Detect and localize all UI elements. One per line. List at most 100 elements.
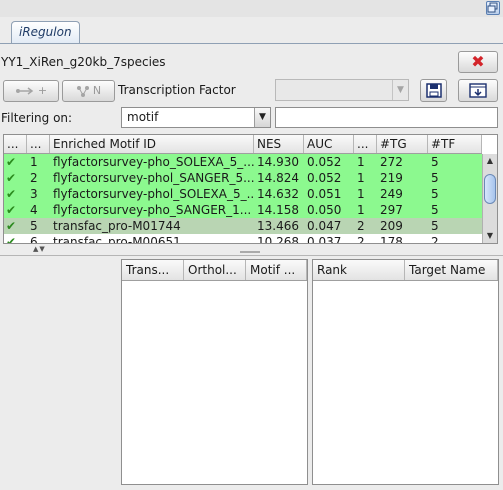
chevron-down-icon: ▼	[392, 80, 408, 100]
arrow-link-icon	[15, 87, 34, 95]
table-cell: 14.158	[257, 203, 299, 217]
scroll-down-icon[interactable]: ▼	[483, 229, 497, 243]
table-cell: 3	[30, 187, 38, 201]
table-cell: 0.047	[307, 219, 342, 233]
column-header[interactable]: Rank	[313, 260, 405, 280]
export-button[interactable]	[458, 79, 498, 102]
table-header: Trans... Orthol... Motif ...	[122, 260, 307, 281]
column-header[interactable]: #TG	[377, 135, 428, 153]
table-row[interactable]: ✔ 3 flyfactorsurvey-phol_SOLEXA_5_... 14.63…	[4, 186, 482, 202]
table-cell: transfac_pro-M00651	[53, 235, 181, 244]
column-header[interactable]: ...	[27, 135, 50, 153]
table-cell: 297	[380, 203, 403, 217]
table-cell: 2	[357, 219, 365, 233]
table-row[interactable]: ✔ 2 flyfactorsurvey-phol_SANGER_5... 14.824…	[4, 170, 482, 186]
transcription-factor-select[interactable]: ▼	[275, 79, 409, 101]
table-cell: 5	[431, 219, 439, 233]
restore-window-button[interactable]	[486, 1, 500, 15]
vertical-scrollbar[interactable]: ▲ ▼	[482, 154, 497, 243]
network-icon	[76, 86, 89, 97]
add-network-button[interactable]: N	[62, 80, 115, 102]
save-button[interactable]	[420, 79, 447, 102]
table-cell: 14.930	[257, 155, 299, 169]
filter-label: Filtering on:	[1, 111, 73, 125]
table-cell: 10.268	[257, 235, 299, 244]
table-row[interactable]: ✔ 5 transfac_pro-M01744 13.466 0.047 2 209 5	[4, 218, 482, 234]
table-cell: flyfactorsurvey-pho_SOLEXA_5_...	[53, 155, 254, 169]
tab-divider	[0, 43, 503, 44]
divider	[0, 255, 503, 256]
table-row[interactable]: ✔ 6 transfac_pro-M00651 10.268 0.037 2 178 2	[4, 234, 482, 244]
table-cell: 0.037	[307, 235, 342, 244]
collapse-arrows-icon[interactable]: ▲▼	[33, 245, 46, 253]
enriched-motif-table[interactable]: ... ... Enriched Motif ID NES AUC ... #T…	[3, 134, 498, 244]
add-ts-button[interactable]: +	[3, 80, 59, 102]
checkmark-icon: ✔	[6, 203, 17, 217]
table-cell: 14.632	[257, 187, 299, 201]
column-header[interactable]: #TF	[428, 135, 482, 153]
table-cell: 1	[357, 203, 365, 217]
filter-type-value: motif	[127, 110, 159, 124]
export-icon	[469, 83, 487, 98]
table-body: ✔ 1 flyfactorsurvey-pho_SOLEXA_5_... 14.930…	[4, 154, 482, 244]
table-cell: 5	[431, 187, 439, 201]
table-cell: 249	[380, 187, 403, 201]
checkmark-icon: ✔	[6, 219, 17, 233]
table-cell: 6	[30, 235, 38, 244]
scroll-up-icon[interactable]: ▲	[483, 154, 497, 168]
table-cell: flyfactorsurvey-phol_SANGER_5...	[53, 171, 254, 185]
table-header: ... ... Enriched Motif ID NES AUC ... #T…	[4, 135, 482, 154]
table-header: Rank Target Name	[313, 260, 498, 281]
chevron-down-icon: ▼	[254, 108, 270, 127]
table-cell: 1	[30, 155, 38, 169]
column-header[interactable]: Target Name	[405, 260, 498, 280]
table-cell: 178	[380, 235, 403, 244]
table-cell: 2	[357, 235, 365, 244]
table-cell: 0.051	[307, 187, 342, 201]
restore-window-icon	[487, 2, 498, 13]
table-cell: 5	[431, 171, 439, 185]
window-title-bar	[0, 0, 503, 17]
table-cell: 13.466	[257, 219, 299, 233]
column-header[interactable]: Trans...	[122, 260, 184, 280]
transcription-factor-table[interactable]: Trans... Orthol... Motif ...	[121, 259, 308, 485]
save-icon	[425, 83, 442, 98]
scroll-thumb[interactable]	[484, 174, 496, 204]
checkmark-icon: ✔	[6, 187, 17, 201]
table-cell: 272	[380, 155, 403, 169]
table-row[interactable]: ✔ 4 flyfactorsurvey-pho_SANGER_1... 14.158 0…	[4, 202, 482, 218]
target-gene-table[interactable]: Rank Target Name	[312, 259, 499, 485]
table-cell: 2	[30, 171, 38, 185]
table-cell: 0.052	[307, 155, 342, 169]
splitter-grip-icon	[240, 251, 260, 253]
column-header[interactable]: Orthol...	[184, 260, 246, 280]
column-header[interactable]: ...	[354, 135, 377, 153]
table-cell: 1	[357, 155, 365, 169]
table-cell: 1	[357, 171, 365, 185]
table-row[interactable]: ✔ 1 flyfactorsurvey-pho_SOLEXA_5_... 14.930…	[4, 154, 482, 170]
column-header[interactable]: NES	[254, 135, 304, 153]
filter-type-select[interactable]: motif ▼	[121, 107, 271, 128]
column-header[interactable]: ...	[4, 135, 27, 153]
filter-text-input[interactable]	[275, 107, 498, 128]
add-network-label: N	[92, 84, 102, 97]
column-header[interactable]: AUC	[304, 135, 354, 153]
table-cell: 5	[30, 219, 38, 233]
checkmark-icon: ✔	[6, 235, 17, 244]
dataset-name: YY1_XiRen_g20kb_7species	[1, 55, 166, 69]
table-cell: flyfactorsurvey-phol_SOLEXA_5_...	[53, 187, 254, 201]
transcription-factor-label: Transcription Factor	[118, 83, 236, 97]
table-cell: 209	[380, 219, 403, 233]
column-header[interactable]: Motif ...	[246, 260, 307, 280]
tab-iregulon[interactable]: iRegulon	[11, 21, 80, 43]
column-header[interactable]: Enriched Motif ID	[50, 135, 254, 153]
table-cell: 4	[30, 203, 38, 217]
close-icon: ✖	[471, 52, 485, 71]
table-cell: 2	[431, 235, 439, 244]
table-cell: flyfactorsurvey-pho_SANGER_1...	[53, 203, 252, 217]
checkmark-icon: ✔	[6, 155, 17, 169]
table-cell: 5	[431, 203, 439, 217]
table-cell: 0.052	[307, 171, 342, 185]
split-pane-divider[interactable]: ▲▼	[0, 245, 503, 254]
close-button[interactable]: ✖	[458, 51, 498, 73]
